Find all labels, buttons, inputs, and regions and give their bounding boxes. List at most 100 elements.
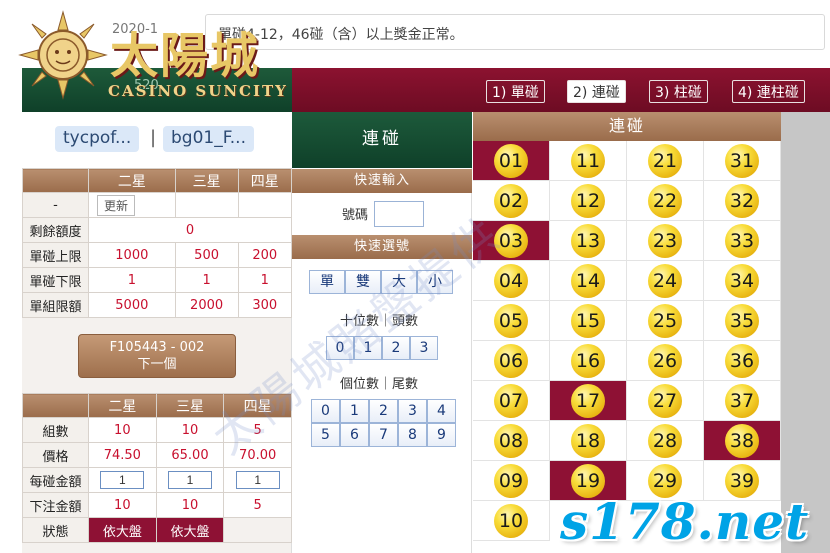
number-cell[interactable]: 02 [473,181,550,221]
number-cell[interactable]: 03 [473,221,550,261]
number-cell[interactable]: 31 [704,141,781,181]
tens-button-2[interactable]: 2 [382,336,410,360]
units-button-1[interactable]: 1 [340,399,369,423]
value-cell: 74.50 [88,442,157,468]
row-label: 每碰金額 [22,467,89,493]
limits-header-four: 四星 [237,168,293,193]
number-cell[interactable]: 17 [550,381,627,421]
number-ball: 07 [494,383,528,418]
table-row: 下注金額 10 10 5 [22,492,292,518]
tens-label: 十位數｜頭數 [340,314,419,329]
number-cell[interactable]: 09 [473,461,550,501]
units-button-6[interactable]: 6 [340,423,369,447]
tab-single[interactable]: 1) 單碰 [486,80,545,103]
number-cell[interactable]: 04 [473,261,550,301]
next-button[interactable]: F105443 - 002 下一個 [78,334,236,378]
amount-cell [88,467,157,493]
number-cell[interactable]: 35 [704,301,781,341]
units-button-7[interactable]: 7 [369,423,398,447]
number-ball: 10 [494,503,528,538]
number-ball: 15 [571,303,605,338]
amount-input-three[interactable] [167,471,212,489]
number-cell[interactable]: 26 [627,341,704,381]
number-cell[interactable]: 38 [704,421,781,461]
row-label: 組數 [22,417,89,443]
number-cell[interactable]: 01 [473,141,550,181]
grid-title: 連碰 [473,112,781,141]
left-panel: tycpof... | bg01_F... 二星 三星 四星 - 更新 剩餘額度… [22,112,293,553]
number-cell[interactable]: 14 [550,261,627,301]
small-button[interactable]: 小 [417,270,453,294]
number-cell[interactable]: 23 [627,221,704,261]
number-cell[interactable]: 15 [550,301,627,341]
odd-button[interactable]: 單 [309,270,345,294]
number-cell[interactable]: 10 [473,501,550,541]
number-cell[interactable]: 05 [473,301,550,341]
big-button[interactable]: 大 [381,270,417,294]
tens-button-3[interactable]: 3 [410,336,438,360]
number-cell[interactable]: 28 [627,421,704,461]
units-button-4[interactable]: 4 [427,399,456,423]
value-cell: 70.00 [223,442,292,468]
number-ball: 09 [494,463,528,498]
number-ball: 31 [725,143,759,178]
number-ball: 05 [494,303,528,338]
amount-input-four[interactable] [235,471,280,489]
number-cell[interactable]: 16 [550,341,627,381]
units-buttons-row1: 0 1 2 3 4 [311,399,456,423]
number-cell[interactable]: 36 [704,341,781,381]
tab-column[interactable]: 3) 柱碰 [649,80,708,103]
row-label: 單碰上限 [22,242,89,268]
number-cell[interactable]: 08 [473,421,550,461]
value-cell: 1 [237,267,293,293]
number-ball: 38 [725,423,759,458]
number-cell[interactable]: 37 [704,381,781,421]
number-ball: 34 [725,263,759,298]
number-cell[interactable]: 12 [550,181,627,221]
number-ball: 18 [571,423,605,458]
number-cell[interactable]: 11 [550,141,627,181]
tens-buttons: 0 1 2 3 [326,336,438,360]
quick-panel: 連碰 快速輸入 號碼 快速選號 單 雙 大 小 十位數｜頭數 0 1 2 3 個… [292,112,472,553]
number-cell[interactable]: 06 [473,341,550,381]
table-row: 每碰金額 [22,467,292,493]
number-input[interactable] [374,201,424,227]
units-button-5[interactable]: 5 [311,423,340,447]
number-cell[interactable]: 21 [627,141,704,181]
number-ball: 24 [648,263,682,298]
number-cell[interactable]: 24 [627,261,704,301]
update-button[interactable]: 更新 [97,195,136,216]
even-button[interactable]: 雙 [345,270,381,294]
number-ball: 25 [648,303,682,338]
bets-table: 二星 三星 四星 組數 10 10 5 價格 74.50 65.00 70.00… [22,393,292,543]
number-cell[interactable]: 33 [704,221,781,261]
tens-button-1[interactable]: 1 [354,336,382,360]
value-cell: 5 [223,492,292,518]
bets-header-two: 二星 [88,393,157,418]
user-tab-1[interactable]: tycpof... [55,126,140,152]
number-ball: 02 [494,183,528,218]
units-button-3[interactable]: 3 [398,399,427,423]
number-cell[interactable]: 22 [627,181,704,221]
tab-consecutive-column[interactable]: 4) 連柱碰 [732,80,805,103]
number-cell[interactable]: 07 [473,381,550,421]
units-button-9[interactable]: 9 [427,423,456,447]
units-button-8[interactable]: 8 [398,423,427,447]
tab-consecutive[interactable]: 2) 連碰 [567,80,626,103]
number-ball: 21 [648,143,682,178]
tens-button-0[interactable]: 0 [326,336,354,360]
amount-input-two[interactable] [100,471,145,489]
limits-header-blank [22,168,89,193]
units-buttons-row2: 5 6 7 8 9 [311,423,456,447]
number-cell[interactable]: 27 [627,381,704,421]
number-cell[interactable]: 32 [704,181,781,221]
number-cell[interactable]: 25 [627,301,704,341]
number-cell[interactable]: 13 [550,221,627,261]
value-cell: 10 [155,492,225,518]
number-cell[interactable]: 18 [550,421,627,461]
bets-header-row: 二星 三星 四星 [22,393,292,418]
number-cell[interactable]: 34 [704,261,781,301]
units-button-2[interactable]: 2 [369,399,398,423]
user-tab-2[interactable]: bg01_F... [163,126,254,152]
units-button-0[interactable]: 0 [311,399,340,423]
